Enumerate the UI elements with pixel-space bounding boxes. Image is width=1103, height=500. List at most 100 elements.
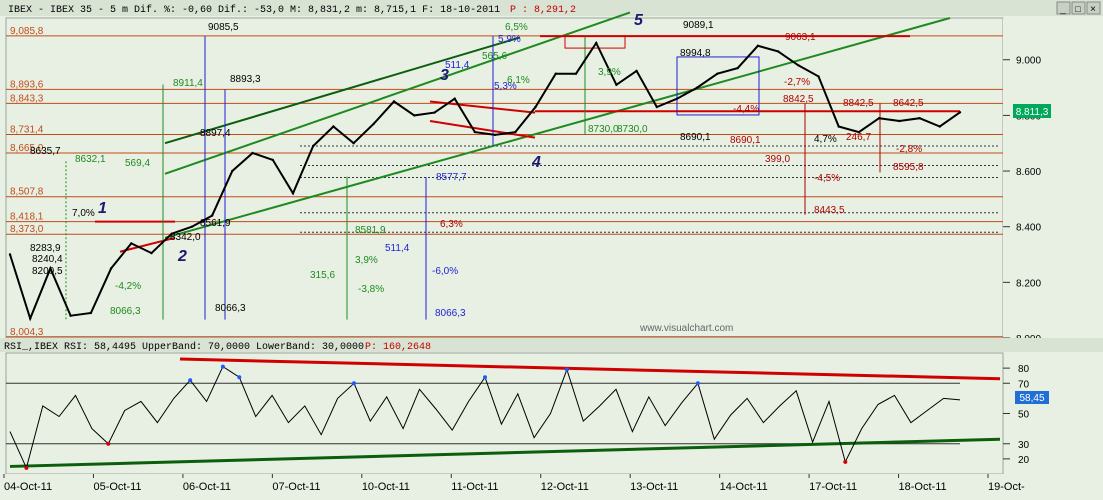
- rsi-y-axis: 80 70 50 30 20: [1003, 364, 1030, 466]
- price-point: [69, 314, 72, 317]
- price-tick-label: 9.000: [1016, 56, 1041, 67]
- x-tick-label: 07-Oct-11: [272, 481, 320, 493]
- price-point: [130, 242, 133, 245]
- rsi-extreme-point: [483, 375, 487, 380]
- price-annotation: 8632,1: [75, 154, 106, 165]
- price-point: [291, 192, 295, 195]
- price-point: [696, 86, 699, 89]
- rsi-current-value: 58,45: [1019, 393, 1044, 404]
- price-point: [675, 97, 679, 100]
- price-annotation: 7,0%: [72, 208, 95, 219]
- price-point: [877, 117, 881, 120]
- rsi-extreme-point: [843, 459, 848, 464]
- price-annotation: -4,2%: [115, 281, 141, 292]
- price-tick-label: 8.200: [1016, 278, 1041, 289]
- level-label: 8,373,0: [10, 224, 44, 235]
- price-point: [231, 169, 234, 173]
- price-point: [635, 69, 638, 73]
- price-point: [433, 111, 436, 114]
- price-annotation: 8635,7: [30, 146, 61, 157]
- current-price-value: 8.811,3: [1016, 107, 1049, 118]
- x-tick-label: 17-Oct-11: [809, 481, 857, 493]
- price-annotation: -3,8%: [358, 284, 384, 295]
- price-annotation: 8690,1: [730, 135, 761, 146]
- price-point: [210, 214, 214, 217]
- price-point: [574, 72, 578, 75]
- level-label: 8,418,1: [10, 212, 44, 223]
- price-annotation: 3,9%: [355, 255, 378, 266]
- rsi-tick-label: 30: [1018, 440, 1030, 451]
- x-tick-label: 12-Oct-11: [541, 481, 589, 493]
- price-annotation: 8581,9: [355, 225, 386, 236]
- price-point: [776, 50, 780, 53]
- rsi-tick-label: 80: [1018, 364, 1030, 375]
- price-annotation: 8897,4: [200, 128, 231, 139]
- price-point: [615, 83, 618, 87]
- x-tick-label: 04-Oct-11: [4, 481, 52, 493]
- price-tick-label: 8.600: [1016, 167, 1041, 178]
- price-point: [655, 105, 658, 109]
- price-annotation: 399,0: [765, 154, 790, 165]
- price-point: [837, 125, 840, 128]
- price-point: [392, 100, 396, 103]
- price-annotation: 4,7%: [814, 134, 837, 145]
- rsi-header-p: P: 160,2648: [365, 342, 431, 353]
- price-annotation: 8200,5: [32, 266, 63, 277]
- x-tick-label: 13-Oct-11: [630, 481, 678, 493]
- price-annotation: 8561,9: [200, 218, 231, 229]
- wave-label: 3: [440, 67, 449, 84]
- x-tick-label: 10-Oct-11: [362, 481, 410, 493]
- price-annotation: -4,5%: [814, 173, 840, 184]
- price-annotation: 8066,3: [435, 308, 466, 319]
- price-point: [938, 125, 941, 128]
- rsi-extreme-point: [24, 465, 29, 470]
- minimize-icon: _: [1059, 4, 1066, 15]
- level-label: 8,843,3: [10, 93, 44, 104]
- price-point: [918, 117, 921, 120]
- price-annotation: 8842,5: [843, 98, 874, 109]
- price-annotation: 8342,0: [170, 232, 201, 243]
- price-annotation: 8642,5: [893, 98, 924, 109]
- price-point: [352, 142, 355, 145]
- price-annotation: 8283,9: [30, 243, 61, 254]
- rsi-extreme-point: [352, 381, 356, 386]
- price-annotation: 569,4: [125, 158, 150, 169]
- price-point: [514, 130, 517, 134]
- price-point: [8, 253, 12, 256]
- wave-label: 4: [531, 154, 541, 171]
- maximize-icon: □: [1075, 4, 1081, 14]
- rsi-extreme-point: [695, 381, 700, 386]
- price-annotation: 9089,1: [683, 20, 714, 31]
- price-annotation: -2,7%: [784, 77, 810, 88]
- price-annotation: 8842,5: [783, 94, 814, 105]
- price-annotation: 5,9%: [498, 34, 521, 45]
- price-tick-label: 8.400: [1016, 223, 1041, 234]
- wave-label: 2: [177, 248, 187, 265]
- price-annotation: 6,1%: [507, 75, 530, 86]
- price-annotation: 8730,0: [588, 124, 619, 135]
- price-point: [312, 144, 315, 148]
- price-annotation: 8893,3: [230, 74, 261, 85]
- price-annotation: 8240,4: [32, 254, 63, 265]
- price-header-title: IBEX - IBEX 35 - 5 m Dif. %: -0,60 Dif.:…: [8, 4, 500, 16]
- watermark: www.visualchart.com: [639, 323, 733, 334]
- level-label: 9,085,8: [10, 26, 44, 37]
- price-point: [473, 130, 477, 134]
- price-annotation: 8994,8: [680, 48, 711, 59]
- price-point: [271, 158, 274, 162]
- price-annotation: 315,6: [310, 270, 335, 281]
- x-tick-label: 19-Oct-: [988, 481, 1025, 493]
- rsi-extreme-point: [564, 367, 569, 372]
- level-label: 8,893,6: [10, 79, 44, 90]
- price-point: [595, 41, 598, 45]
- price-point: [493, 133, 497, 137]
- rsi-extreme-point: [106, 441, 111, 446]
- price-annotation: 8066,3: [110, 306, 141, 317]
- price-point: [372, 122, 375, 125]
- price-point: [554, 72, 557, 75]
- x-tick-label: 05-Oct-11: [93, 481, 141, 493]
- price-annotation: 565,6: [482, 51, 507, 62]
- rsi-plot-area: [5, 352, 1004, 475]
- price-header-p: P : 8,291,2: [510, 5, 576, 16]
- price-point: [898, 119, 901, 123]
